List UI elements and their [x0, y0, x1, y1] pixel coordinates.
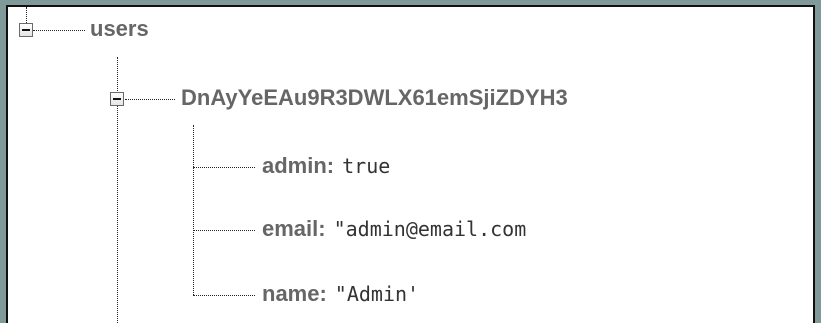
tree-line-field-admin: [193, 167, 255, 168]
field-value-name[interactable]: "Admin': [335, 282, 419, 306]
node-key-users: users: [90, 16, 149, 41]
node-key-user-id: DnAyYeEAu9R3DWLX61emSjiZDYH3: [181, 85, 568, 110]
tree-field-email[interactable]: email: "admin@email.com: [262, 215, 526, 243]
tree-node-user-id[interactable]: DnAyYeEAu9R3DWLX61emSjiZDYH3: [181, 84, 568, 112]
collapse-user-id-button[interactable]: [110, 92, 124, 106]
field-value-admin[interactable]: true: [342, 154, 390, 178]
tree-line-child: [125, 99, 175, 100]
field-key-name: name:: [262, 281, 327, 306]
database-tree-panel: users DnAyYeEAu9R3DWLX61emSjiZDYH3 admin…: [6, 5, 815, 323]
tree-line-field-email: [193, 230, 255, 231]
collapse-users-button[interactable]: [19, 23, 33, 37]
tree-node-users[interactable]: users: [90, 15, 149, 43]
field-key-admin: admin:: [262, 153, 335, 178]
field-value-email[interactable]: "admin@email.com: [334, 217, 527, 241]
field-key-email: email:: [262, 216, 326, 241]
tree-line-root: [33, 30, 85, 31]
tree-line-child-fields: [193, 125, 194, 295]
tree-field-name[interactable]: name: "Admin': [262, 280, 419, 308]
tree-field-admin[interactable]: admin: true: [262, 152, 390, 180]
tree-line-field-name: [193, 295, 255, 296]
tree-line-root-top: [26, 7, 27, 23]
